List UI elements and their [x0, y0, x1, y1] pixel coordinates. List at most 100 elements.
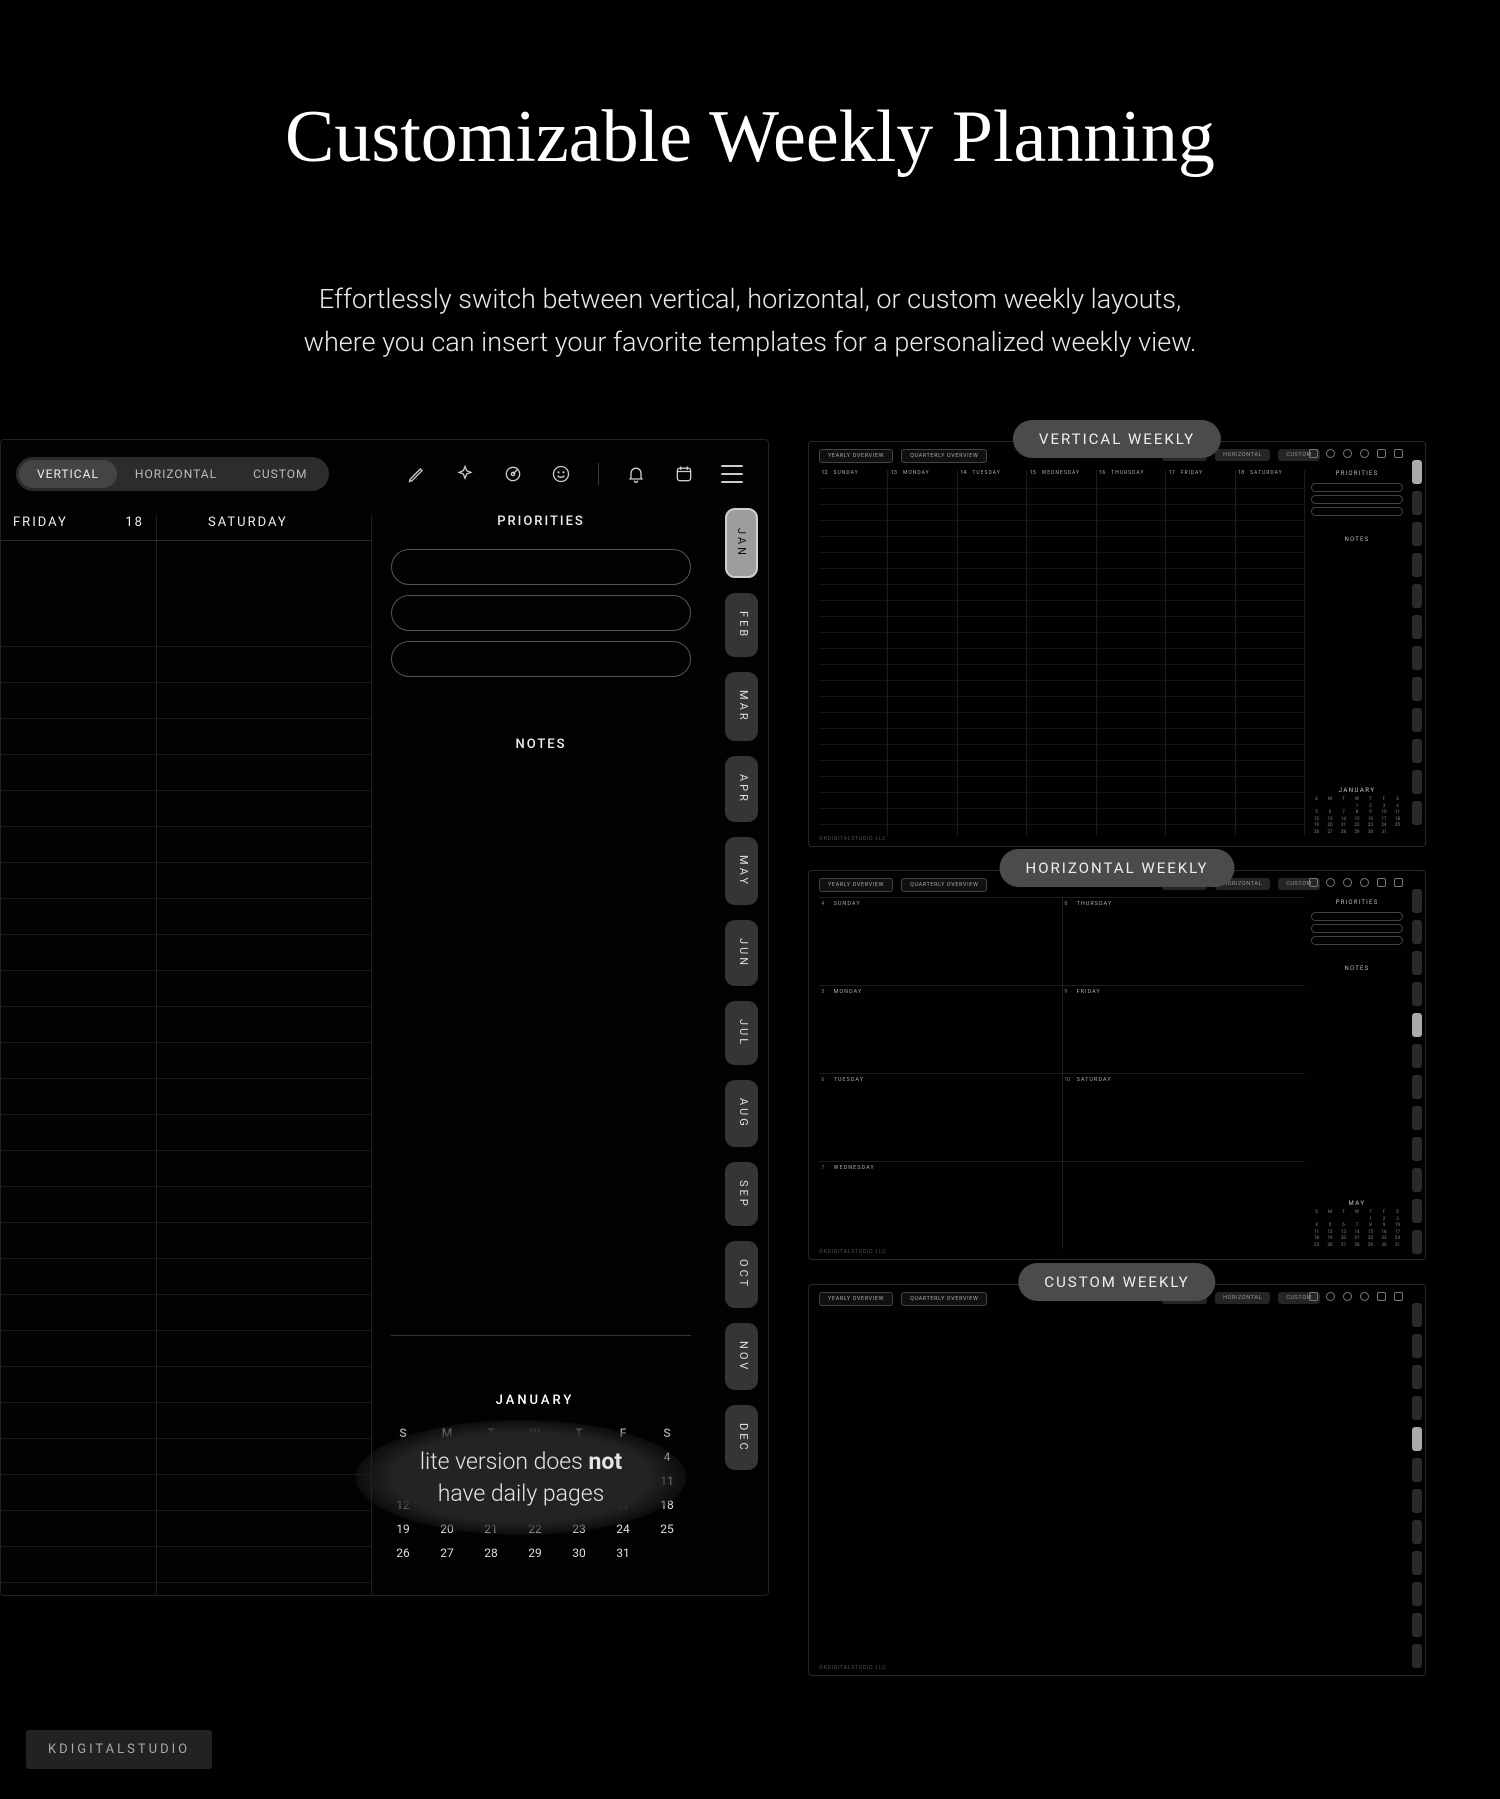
mini-cal-day[interactable]: 29 [517, 1546, 553, 1560]
pill-yearly-c[interactable]: YEARLY OVERVIEW [819, 1292, 893, 1306]
mini-icon[interactable] [1377, 449, 1386, 458]
side-tab[interactable] [1412, 1613, 1422, 1637]
side-tab[interactable] [1412, 1551, 1422, 1575]
seg-horizontal-v[interactable]: HORIZONTAL [1215, 449, 1270, 461]
mini-icon[interactable] [1360, 878, 1369, 887]
side-tab[interactable] [1412, 951, 1422, 975]
mini-icon[interactable] [1309, 449, 1318, 458]
side-tab[interactable] [1412, 770, 1422, 794]
side-tab[interactable] [1412, 553, 1422, 577]
mini-icon[interactable] [1326, 878, 1335, 887]
side-tab[interactable] [1412, 982, 1422, 1006]
pill-quarterly-c[interactable]: QUARTERLY OVERVIEW [901, 1292, 987, 1306]
priority-mini[interactable] [1311, 924, 1403, 933]
priority-mini[interactable] [1311, 483, 1403, 492]
side-tab[interactable] [1412, 1582, 1422, 1606]
segment-horizontal[interactable]: HORIZONTAL [117, 460, 235, 488]
side-tab[interactable] [1412, 1013, 1422, 1037]
bell-icon[interactable] [625, 463, 647, 485]
target-icon[interactable] [502, 463, 524, 485]
mini-icon[interactable] [1326, 1292, 1335, 1301]
side-tab[interactable] [1412, 1106, 1422, 1130]
side-tab[interactable] [1412, 677, 1422, 701]
month-tab-mar[interactable]: MAR [725, 672, 758, 741]
mini-icon[interactable] [1343, 449, 1352, 458]
side-tab[interactable] [1412, 1303, 1422, 1327]
side-tab[interactable] [1412, 522, 1422, 546]
segment-custom[interactable]: CUSTOM [235, 460, 325, 488]
side-tab[interactable] [1412, 708, 1422, 732]
month-tab-dec[interactable]: DEC [725, 1405, 758, 1471]
side-tab[interactable] [1412, 460, 1422, 484]
pill-quarterly-v[interactable]: QUARTERLY OVERVIEW [901, 449, 987, 463]
side-tab[interactable] [1412, 584, 1422, 608]
side-tab[interactable] [1412, 646, 1422, 670]
priority-input-2[interactable] [391, 595, 691, 631]
side-tab[interactable] [1412, 1075, 1422, 1099]
month-tab-feb[interactable]: FEB [725, 593, 758, 657]
side-tab[interactable] [1412, 1396, 1422, 1420]
side-tab[interactable] [1412, 1230, 1422, 1254]
mini-icon[interactable] [1360, 1292, 1369, 1301]
mini-icon[interactable] [1343, 878, 1352, 887]
side-tab[interactable] [1412, 1644, 1422, 1668]
pill-quarterly-h[interactable]: QUARTERLY OVERVIEW [901, 878, 987, 892]
month-tab-jun[interactable]: JUN [725, 920, 758, 986]
side-tab[interactable] [1412, 739, 1422, 763]
mini-icon[interactable] [1326, 449, 1335, 458]
segment-vertical[interactable]: VERTICAL [19, 460, 117, 488]
mini-icon[interactable] [1377, 1292, 1386, 1301]
mini-icon[interactable] [1309, 1292, 1318, 1301]
side-tab[interactable] [1412, 1334, 1422, 1358]
priority-mini[interactable] [1311, 912, 1403, 921]
mini-icon[interactable] [1377, 878, 1386, 887]
month-tab-jan[interactable]: JAN [725, 508, 758, 578]
side-tab[interactable] [1412, 1137, 1422, 1161]
mini-icon[interactable] [1394, 878, 1403, 887]
priority-input-3[interactable] [391, 641, 691, 677]
smile-icon[interactable] [550, 463, 572, 485]
side-tab[interactable] [1412, 889, 1422, 913]
mini-cal-day[interactable]: 25 [649, 1522, 685, 1536]
month-tab-jul[interactable]: JUL [725, 1001, 758, 1065]
mini-cal-day[interactable]: 19 [385, 1522, 421, 1536]
menu-icon[interactable] [721, 463, 743, 485]
mini-icon[interactable] [1394, 1292, 1403, 1301]
seg-horizontal-c[interactable]: HORIZONTAL [1215, 1292, 1270, 1304]
side-tab[interactable] [1412, 1458, 1422, 1482]
month-tab-may[interactable]: MAY [725, 837, 758, 905]
mini-icon[interactable] [1309, 878, 1318, 887]
side-tab[interactable] [1412, 1044, 1422, 1068]
side-tab[interactable] [1412, 920, 1422, 944]
pill-yearly-v[interactable]: YEARLY OVERVIEW [819, 449, 893, 463]
mini-cal-day[interactable]: 27 [429, 1546, 465, 1560]
side-tab[interactable] [1412, 1168, 1422, 1192]
side-tab[interactable] [1412, 1520, 1422, 1544]
layout-segmented-control[interactable]: VERTICAL HORIZONTAL CUSTOM [16, 457, 329, 491]
mini-icon[interactable] [1360, 449, 1369, 458]
side-tab[interactable] [1412, 1489, 1422, 1513]
priority-mini[interactable] [1311, 507, 1403, 516]
side-tab[interactable] [1412, 1365, 1422, 1389]
side-tab[interactable] [1412, 1427, 1422, 1451]
mini-cal-day[interactable]: 26 [385, 1546, 421, 1560]
mini-icon[interactable] [1343, 1292, 1352, 1301]
mini-cal-day[interactable]: 30 [561, 1546, 597, 1560]
mini-icon[interactable] [1394, 449, 1403, 458]
priority-mini[interactable] [1311, 495, 1403, 504]
month-tab-sep[interactable]: SEP [725, 1162, 758, 1227]
pill-yearly-h[interactable]: YEARLY OVERVIEW [819, 878, 893, 892]
sparkle-icon[interactable] [454, 463, 476, 485]
mini-cal-day[interactable]: 28 [473, 1546, 509, 1560]
priority-input-1[interactable] [391, 549, 691, 585]
month-tab-oct[interactable]: OCT [725, 1241, 758, 1307]
priority-mini[interactable] [1311, 936, 1403, 945]
side-tab[interactable] [1412, 615, 1422, 639]
pencil-icon[interactable] [406, 463, 428, 485]
mini-cal-day[interactable]: 31 [605, 1546, 641, 1560]
month-tab-apr[interactable]: APR [725, 756, 758, 822]
calendar-icon[interactable] [673, 463, 695, 485]
side-tab[interactable] [1412, 801, 1422, 825]
side-tab[interactable] [1412, 1199, 1422, 1223]
side-tab[interactable] [1412, 491, 1422, 515]
